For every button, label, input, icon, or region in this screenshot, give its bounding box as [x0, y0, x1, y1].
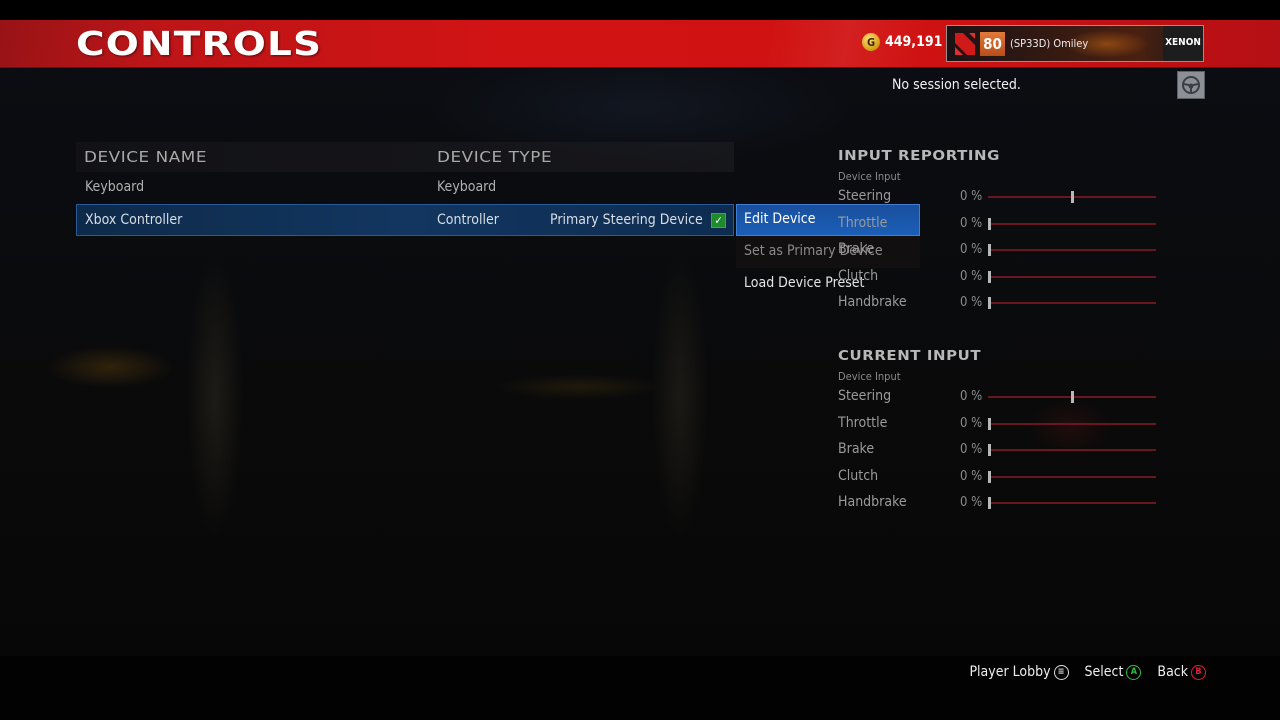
current-input-title: CURRENT INPUT [838, 349, 982, 364]
table-header: DEVICE NAME DEVICE TYPE [76, 142, 734, 172]
input-row-brake: Brake 0 % [838, 437, 1158, 464]
input-meter-track [988, 417, 1156, 430]
device-type: Controller [437, 212, 499, 228]
device-row-xbox-controller[interactable]: Xbox Controller Controller Primary Steer… [76, 204, 734, 236]
input-row-brake: Brake 0 % [838, 237, 1158, 264]
credits-coin-icon: G [862, 33, 880, 51]
input-meter-marker [988, 470, 991, 483]
input-meter-track [988, 497, 1156, 509]
hint-select[interactable]: Select A [1085, 664, 1142, 680]
hint-label: Player Lobby [969, 664, 1051, 680]
input-label: Steering [838, 388, 892, 404]
input-value: 0 % [960, 189, 983, 204]
device-name: Keyboard [85, 179, 145, 195]
input-row-throttle: Throttle 0 % [838, 211, 1158, 238]
device-type: Keyboard [437, 179, 497, 195]
hint-back[interactable]: Back B [1157, 664, 1206, 680]
input-label: Handbrake [838, 494, 907, 510]
input-value: 0 % [960, 442, 983, 457]
device-input-subtitle: Device Input [838, 170, 901, 183]
input-meter-marker [1070, 391, 1074, 403]
page-title: CONTROLS [76, 24, 323, 63]
input-meter-marker [988, 417, 991, 430]
input-meter-marker [1070, 191, 1074, 203]
button-hints: Player Lobby ≡ Select A Back B [953, 664, 1206, 680]
player-level-badge: 80 [980, 32, 1005, 56]
input-label: Throttle [838, 414, 888, 431]
input-value: 0 % [960, 495, 983, 510]
menu-item-label: Edit Device [744, 211, 816, 227]
input-row-steering: Steering 0 % [838, 384, 1158, 411]
a-button-icon: A [1126, 664, 1142, 680]
input-label: Throttle [838, 214, 888, 231]
input-row-handbrake: Handbrake 0 % [838, 290, 1158, 317]
column-header-device-name: DEVICE NAME [84, 148, 208, 166]
input-meter-track [988, 391, 1156, 403]
input-label: Handbrake [838, 294, 907, 310]
b-button-icon: B [1191, 664, 1206, 680]
input-label: Clutch [838, 467, 879, 484]
input-row-throttle: Throttle 0 % [838, 411, 1158, 438]
input-meter-track [988, 270, 1156, 283]
hint-label: Back [1157, 664, 1188, 680]
input-value: 0 % [960, 389, 983, 404]
top-letterbox [0, 0, 1280, 20]
primary-device-label: Primary Steering Device [550, 212, 703, 228]
input-meter-track [988, 217, 1156, 230]
input-meter-marker [988, 297, 991, 309]
device-table: DEVICE NAME DEVICE TYPE Keyboard Keyboar… [76, 142, 734, 236]
input-meter-marker [988, 444, 991, 456]
input-reporting-title: INPUT REPORTING [838, 149, 1000, 164]
player-card[interactable]: 80 (SP33D) Omiley XENON [946, 25, 1204, 62]
credits-value: 449,191 [885, 34, 943, 50]
input-label: Brake [838, 241, 875, 257]
hint-label: Select [1084, 664, 1124, 680]
input-meter-marker [988, 270, 991, 283]
club-logo: XENON [1163, 26, 1203, 61]
input-row-clutch: Clutch 0 % [838, 264, 1158, 291]
column-header-device-type: DEVICE TYPE [437, 148, 553, 166]
input-row-steering: Steering 0 % [838, 184, 1158, 211]
input-meter-marker [988, 244, 991, 256]
input-value: 0 % [960, 415, 983, 431]
input-row-clutch: Clutch 0 % [838, 464, 1158, 491]
session-status: No session selected. [892, 77, 1021, 93]
input-value: 0 % [960, 268, 983, 284]
current-input-panel: CURRENT INPUT Device Input Steering 0 % Th… [838, 349, 1158, 517]
input-meter-track [988, 191, 1156, 203]
driver-rank-icon [955, 33, 975, 55]
steering-wheel-icon [1182, 76, 1200, 94]
checkmark-icon: ✓ [711, 213, 726, 228]
player-name: (SP33D) Omiley [1010, 37, 1089, 50]
input-meter-marker [988, 217, 991, 230]
input-meter-track [988, 297, 1156, 309]
input-value: 0 % [960, 295, 983, 310]
steering-wheel-button[interactable] [1177, 71, 1205, 99]
menu-button-icon: ≡ [1053, 664, 1069, 680]
input-value: 0 % [960, 468, 983, 484]
input-meter-track [988, 470, 1156, 483]
input-label: Steering [838, 188, 892, 204]
device-name: Xbox Controller [85, 212, 183, 228]
input-value: 0 % [960, 242, 983, 257]
credits-display: G 449,191 [862, 33, 942, 51]
hint-player-lobby[interactable]: Player Lobby ≡ [969, 664, 1069, 680]
input-meter-marker [988, 497, 991, 509]
device-row-keyboard[interactable]: Keyboard Keyboard [76, 172, 734, 204]
device-input-subtitle: Device Input [838, 370, 901, 383]
input-reporting-panel: INPUT REPORTING Device Input Steering 0 %… [838, 149, 1158, 317]
input-label: Clutch [838, 267, 879, 284]
input-row-handbrake: Handbrake 0 % [838, 490, 1158, 517]
input-value: 0 % [960, 215, 983, 231]
input-meter-track [988, 244, 1156, 256]
input-label: Brake [838, 441, 875, 457]
input-meter-track [988, 444, 1156, 456]
